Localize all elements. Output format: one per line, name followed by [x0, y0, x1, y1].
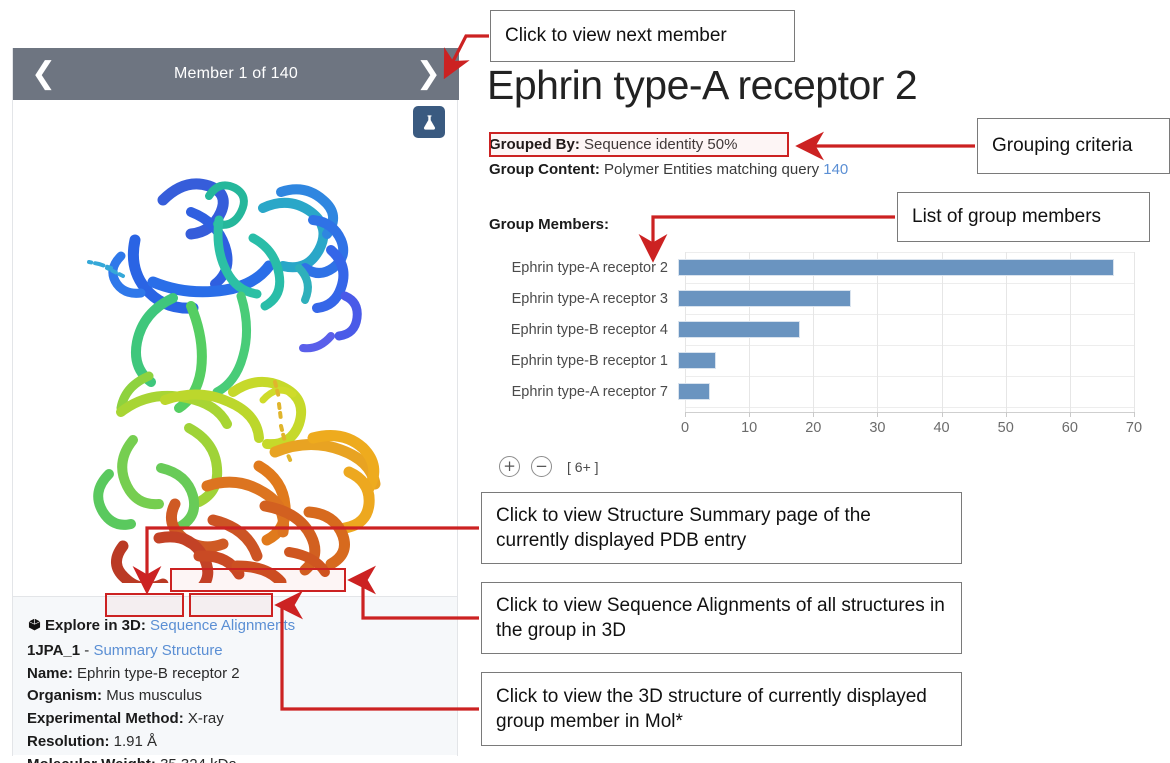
chart-tick-label: 50: [998, 420, 1014, 436]
info-key-resolution: Resolution:: [27, 733, 110, 750]
flask-icon[interactable]: [413, 106, 445, 138]
chart-row: Ephrin type-A receptor 7: [487, 376, 1147, 407]
chart-gridline-h: [685, 407, 1134, 408]
plus-circle-icon[interactable]: +: [499, 456, 520, 477]
chart-row: Ephrin type-A receptor 2: [487, 252, 1147, 283]
chart-tick-mark: [1006, 412, 1007, 417]
entity-info-panel: Explore in 3D: Sequence Alignments 1JPA_…: [13, 596, 457, 755]
structure-viewer[interactable]: [13, 100, 457, 583]
protein-ribbon-image: [13, 100, 457, 583]
info-key-organism: Organism:: [27, 687, 102, 704]
chart-tick-label: 10: [741, 420, 757, 436]
group-content-key: Group Content:: [489, 161, 600, 178]
info-key-name: Name:: [27, 665, 73, 682]
chart-category-label[interactable]: Ephrin type-B receptor 4: [487, 322, 678, 338]
group-summary-page: ❮ Member 1 of 140 ❯: [0, 0, 1170, 763]
entity-links-row: 1JPA_1 - Summary Structure: [27, 640, 457, 663]
callout-list-members-text: List of group members: [912, 204, 1101, 229]
info-value-method: X-ray: [188, 710, 224, 727]
callout-grouping-criteria: Grouping criteria: [977, 118, 1170, 174]
minus-circle-icon[interactable]: −: [531, 456, 552, 477]
callout-next-member: Click to view next member: [490, 10, 795, 62]
chevron-right-icon[interactable]: ❯: [416, 59, 441, 89]
grouped-by-row: Grouped By: Sequence identity 50%: [489, 136, 737, 153]
callout-grouping-criteria-text: Grouping criteria: [992, 133, 1132, 158]
chart-tick-label: 30: [869, 420, 885, 436]
chart-tick-mark: [942, 412, 943, 417]
info-row-method: Experimental Method: X-ray: [27, 708, 457, 731]
callout-list-of-group-members: List of group members: [897, 192, 1150, 242]
group-content-value: Polymer Entities matching query: [604, 161, 819, 178]
info-value-resolution: 1.91 Å: [114, 733, 157, 750]
chart-tick-mark: [877, 412, 878, 417]
callout-sequence-alignments: Click to view Sequence Alignments of all…: [481, 582, 962, 654]
chart-bar[interactable]: [678, 383, 710, 400]
chart-bar-track: [678, 345, 1127, 376]
chart-bar-track: [678, 283, 1127, 314]
chart-row: Ephrin type-B receptor 4: [487, 314, 1147, 345]
chart-bar-track: [678, 252, 1127, 283]
chart-row: Ephrin type-B receptor 1: [487, 345, 1147, 376]
group-content-row: Group Content: Polymer Entities matching…: [489, 161, 848, 178]
member-viewer-panel: ❮ Member 1 of 140 ❯: [12, 48, 458, 756]
info-row-organism: Organism: Mus musculus: [27, 685, 457, 708]
chart-tick-label: 40: [933, 420, 949, 436]
member-counter-label: Member 1 of 140: [174, 65, 298, 83]
info-row-name: Name: Ephrin type-B receptor 2: [27, 663, 457, 686]
explore-colon: :: [141, 617, 146, 634]
sequence-alignments-link[interactable]: Sequence Alignments: [150, 617, 295, 634]
grouped-by-key: Grouped By:: [489, 136, 580, 153]
callout-mol-star: Click to view the 3D structure of curren…: [481, 672, 962, 746]
chart-row: Ephrin type-A receptor 3: [487, 283, 1147, 314]
info-key-method: Experimental Method:: [27, 710, 184, 727]
explore-in-3d-row: Explore in 3D: Sequence Alignments: [27, 615, 457, 640]
chart-tick-mark: [685, 412, 686, 417]
entity-id-label: 1JPA_1: [27, 642, 80, 659]
callout-structure-summary: Click to view Structure Summary page of …: [481, 492, 962, 564]
chart-bar[interactable]: [678, 290, 851, 307]
chart-tick-mark: [749, 412, 750, 417]
chart-tick-label: 60: [1062, 420, 1078, 436]
info-row-resolution: Resolution: 1.91 Å: [27, 731, 457, 754]
info-value-name: Ephrin type-B receptor 2: [77, 665, 240, 682]
member-navigation-bar: ❮ Member 1 of 140 ❯: [13, 48, 459, 100]
info-value-organism: Mus musculus: [106, 687, 202, 704]
chart-bar-track: [678, 376, 1127, 407]
callout-structure-summary-text: Click to view Structure Summary page of …: [496, 503, 947, 554]
more-members-count[interactable]: [ 6+ ]: [567, 459, 599, 475]
cube-icon: [27, 617, 42, 640]
callout-next-member-text: Click to view next member: [505, 23, 727, 48]
chart-tick-mark: [1070, 412, 1071, 417]
chart-tick-label: 0: [681, 420, 689, 436]
chart-tick-mark: [1134, 412, 1135, 417]
info-value-weight: 35.324 kDa: [160, 756, 237, 763]
chart-bar[interactable]: [678, 321, 800, 338]
info-row-weight: Molecular Weight: 35.324 kDa: [27, 754, 457, 763]
grouped-by-value: Sequence identity 50%: [584, 136, 737, 153]
chart-bar[interactable]: [678, 352, 716, 369]
chart-tick-label: 20: [805, 420, 821, 436]
chart-category-label[interactable]: Ephrin type-A receptor 2: [487, 260, 678, 276]
chevron-left-icon[interactable]: ❮: [31, 59, 56, 89]
chart-tick-label: 70: [1126, 420, 1142, 436]
chart-category-label[interactable]: Ephrin type-A receptor 7: [487, 384, 678, 400]
chart-tick-mark: [813, 412, 814, 417]
explore-in-3d-label: Explore in 3D: [45, 617, 141, 634]
callout-sequence-alignments-text: Click to view Sequence Alignments of all…: [496, 593, 947, 644]
chart-category-label[interactable]: Ephrin type-A receptor 3: [487, 291, 678, 307]
group-members-heading: Group Members:: [489, 216, 609, 233]
page-title: Ephrin type-A receptor 2: [487, 62, 917, 109]
structure-link[interactable]: Structure: [162, 642, 223, 659]
chart-bar-track: [678, 314, 1127, 345]
group-members-bar-chart: Ephrin type-A receptor 2 Ephrin type-A re…: [487, 252, 1147, 442]
info-key-weight: Molecular Weight:: [27, 756, 156, 763]
summary-link[interactable]: Summary: [93, 642, 157, 659]
entity-dash: -: [84, 642, 89, 659]
chart-bar[interactable]: [678, 259, 1114, 276]
chart-x-axis: [685, 412, 1134, 413]
callout-mol-star-text: Click to view the 3D structure of curren…: [496, 684, 947, 735]
group-content-count[interactable]: 140: [823, 161, 848, 178]
chart-category-label[interactable]: Ephrin type-B receptor 1: [487, 353, 678, 369]
chart-controls: + − [ 6+ ]: [499, 456, 599, 477]
